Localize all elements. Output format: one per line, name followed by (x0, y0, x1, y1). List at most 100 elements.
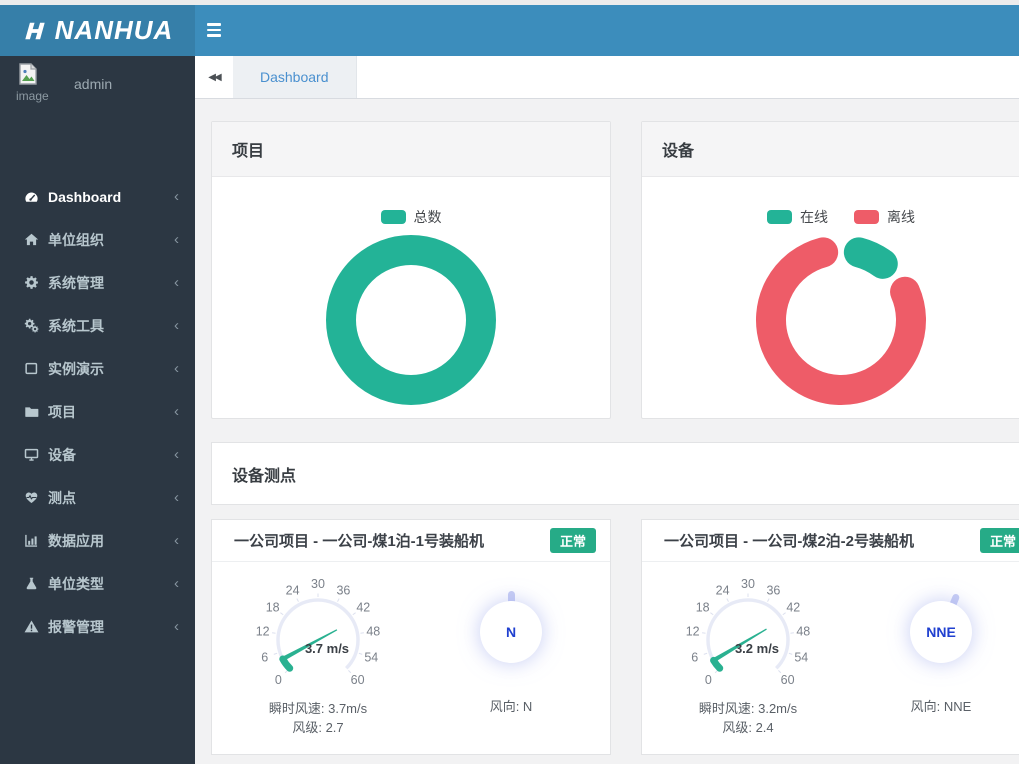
legend-item-online[interactable]: 在线 (767, 207, 828, 227)
wind-direction-value: 风向: N (489, 699, 533, 714)
legend-item-offline[interactable]: 离线 (854, 207, 915, 227)
sidebar-item-system-mgmt[interactable]: 系统管理 ‹ (0, 261, 195, 304)
avatar: image (16, 62, 62, 103)
sidebar-item-projects[interactable]: 项目 ‹ (0, 390, 195, 433)
dashboard-page: NANHUA image admin Dashboard ‹ 单位组织 ‹ 系统… (0, 0, 1019, 764)
legend-swatch (380, 210, 406, 224)
measure-cards-row: 一公司项目 - 一公司-煤1泊-1号装船机 正常 0 6 12 18 24 30 36 42 4… (211, 519, 1019, 755)
chevron-left-icon: ‹ (174, 360, 179, 377)
sidebar-item-label: 数据应用 (48, 532, 104, 549)
sidebar-item-label: 项目 (48, 403, 76, 420)
project-panel-title: 项目 (212, 122, 610, 177)
svg-text:30: 30 (311, 577, 325, 591)
broken-image-icon (19, 63, 37, 85)
sidebar-item-unit-types[interactable]: 单位类型 ‹ (0, 562, 195, 605)
measure-card-header: 一公司项目 - 一公司-煤2泊-2号装船机 正常 (642, 520, 1019, 562)
wind-speed-value: 瞬时风速: 3.2m/s (698, 701, 798, 716)
measure-card-1: 一公司项目 - 一公司-煤1泊-1号装船机 正常 0 6 12 18 24 30 36 42 4… (211, 519, 611, 755)
sidebar-item-points[interactable]: 测点 ‹ (0, 476, 195, 519)
broken-image-alt-text: image (16, 89, 49, 103)
brand-logo[interactable]: NANHUA (0, 5, 195, 56)
legend-swatch (767, 210, 792, 224)
measure-card-title: 一公司项目 - 一公司-煤1泊-1号装船机 (234, 533, 485, 550)
legend-item-total[interactable]: 总数 (380, 207, 442, 227)
svg-text:24: 24 (716, 583, 730, 597)
warning-triangle-icon (24, 619, 48, 634)
nanhua-logo-icon (24, 22, 45, 39)
sidebar-item-label: 单位类型 (48, 575, 104, 592)
chevron-left-icon: ‹ (174, 403, 179, 420)
svg-text:3.7 m/s: 3.7 m/s (305, 641, 349, 656)
wind-direction-compass: NNE (903, 592, 979, 670)
device-points-section: 设备测点 (211, 442, 1019, 505)
wind-speed-gauge-block: 0 6 12 18 24 30 36 42 48 54 60 3.2 m/s 瞬时风速: 3.2m/s… (642, 564, 854, 737)
device-panel: 设备 在线 离线 (641, 121, 1019, 419)
tachometer-icon (24, 189, 48, 204)
sidebar-toggle-hamburger-icon[interactable] (205, 22, 223, 38)
svg-text:3.2 m/s: 3.2 m/s (735, 641, 779, 656)
svg-text:30: 30 (741, 577, 755, 591)
sidebar-item-demo[interactable]: 实例演示 ‹ (0, 347, 195, 390)
svg-text:60: 60 (351, 673, 365, 687)
project-chart-legend: 总数 (380, 207, 442, 227)
tab-dashboard[interactable]: Dashboard (233, 56, 357, 98)
device-donut-chart (756, 237, 926, 405)
svg-text:18: 18 (696, 600, 710, 614)
sidebar-item-system-tools[interactable]: 系统工具 ‹ (0, 304, 195, 347)
svg-text:36: 36 (766, 583, 780, 597)
svg-text:60: 60 (781, 673, 795, 687)
user-name: admin (74, 76, 113, 92)
svg-text:54: 54 (794, 651, 808, 665)
folder-icon (24, 404, 48, 419)
project-donut-chart (326, 235, 496, 405)
svg-text:42: 42 (356, 600, 370, 614)
svg-text:6: 6 (261, 651, 268, 665)
main-content: 项目 总数 设备 在线 离线 设备测点 一公司项目 - 一公司-煤1泊-1号装船… (195, 99, 1019, 764)
measure-card-title: 一公司项目 - 一公司-煤2泊-2号装船机 (664, 533, 915, 550)
chevron-left-icon: ‹ (174, 274, 179, 291)
svg-text:48: 48 (796, 624, 810, 638)
gears-icon (24, 318, 48, 333)
sidebar-item-data-apps[interactable]: 数据应用 ‹ (0, 519, 195, 562)
top-navbar: NANHUA (0, 5, 1019, 56)
svg-text:18: 18 (266, 600, 280, 614)
svg-text:6: 6 (691, 651, 698, 665)
chevron-left-icon: ‹ (174, 231, 179, 248)
double-left-arrow-icon: ◀◀ (208, 71, 221, 83)
legend-label: 离线 (887, 209, 915, 225)
sidebar-item-label: 报警管理 (48, 618, 104, 635)
sidebar-item-devices[interactable]: 设备 ‹ (0, 433, 195, 476)
device-panel-body: 在线 离线 (642, 177, 1019, 418)
wind-speed-value: 瞬时风速: 3.7m/s (268, 701, 368, 716)
svg-text:48: 48 (366, 624, 380, 638)
sidebar-item-org[interactable]: 单位组织 ‹ (0, 218, 195, 261)
wind-scale-value: 风级: 2.4 (722, 720, 774, 735)
summary-charts-row: 项目 总数 设备 在线 离线 (211, 121, 1019, 419)
sidebar-item-label: 测点 (48, 489, 76, 506)
brand-name: NANHUA (54, 15, 174, 45)
measure-card-header: 一公司项目 - 一公司-煤1泊-1号装船机 正常 (212, 520, 610, 562)
home-icon (24, 232, 48, 247)
sidebar-item-dashboard[interactable]: Dashboard ‹ (0, 175, 195, 218)
svg-text:36: 36 (336, 583, 350, 597)
legend-swatch (854, 210, 879, 224)
sidebar-item-label: 单位组织 (48, 231, 104, 248)
wind-direction-block: N 风向: N (426, 562, 596, 715)
wind-scale-value: 风级: 2.7 (292, 720, 344, 735)
svg-text:42: 42 (786, 600, 800, 614)
chevron-left-icon: ‹ (174, 618, 179, 635)
svg-text:0: 0 (705, 673, 712, 687)
tab-label: Dashboard (260, 69, 329, 85)
sidebar-item-alarm-mgmt[interactable]: 报警管理 ‹ (0, 605, 195, 648)
tabs-collapse-button[interactable]: ◀◀ (195, 56, 233, 98)
monitor-icon (24, 447, 48, 462)
square-icon (24, 361, 48, 376)
sidebar-item-label: Dashboard (48, 188, 122, 205)
flask-icon (24, 576, 48, 591)
project-panel: 项目 总数 (211, 121, 611, 419)
svg-text:12: 12 (256, 624, 270, 638)
chevron-left-icon: ‹ (174, 446, 179, 463)
compass-direction-letter: N (480, 601, 542, 663)
status-badge: 正常 (549, 528, 596, 553)
chevron-left-icon: ‹ (174, 575, 179, 592)
